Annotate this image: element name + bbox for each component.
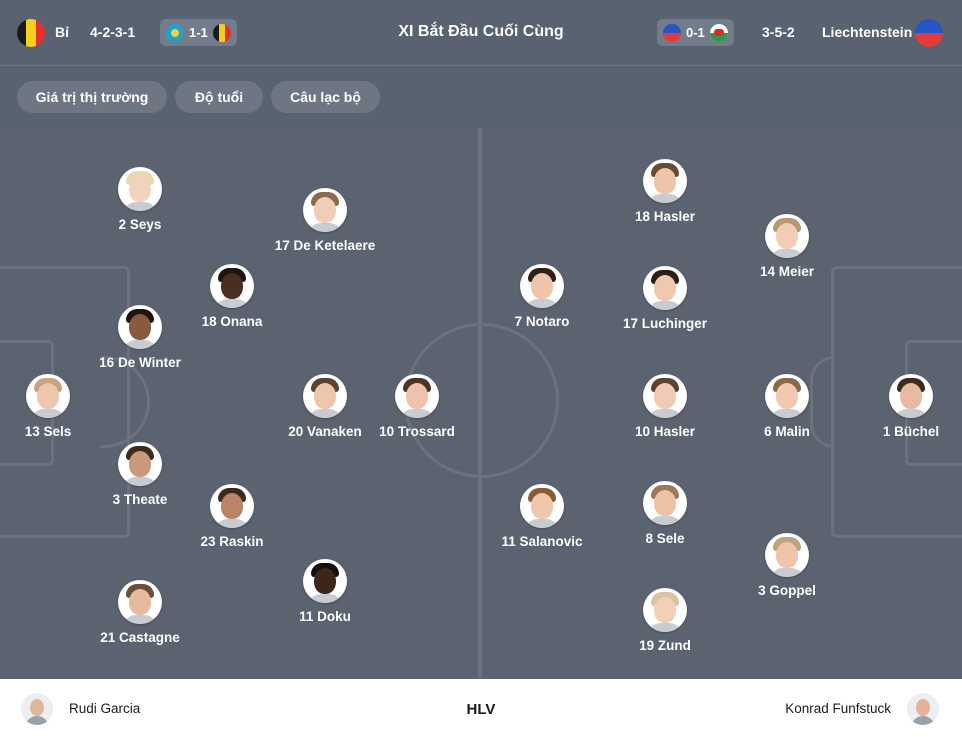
player-photo — [889, 374, 933, 418]
player-goppel[interactable]: 3 Goppel — [727, 533, 847, 599]
wales-flag-icon — [709, 23, 728, 42]
liechtenstein-flag-icon — [915, 19, 943, 47]
page-title: XI Bắt Đầu Cuối Cùng — [398, 23, 564, 40]
player-name: 8 Sele — [645, 531, 685, 546]
player-name: 23 Raskin — [200, 534, 264, 549]
player-hasler-10[interactable]: 10 Hasler — [605, 374, 725, 440]
player-photo — [643, 481, 687, 525]
player-photo — [118, 167, 162, 211]
player-zund[interactable]: 19 Zund — [605, 588, 725, 654]
away-last-score: 0-1 — [686, 25, 705, 40]
player-notaro[interactable]: 7 Notaro — [482, 264, 602, 330]
player-hasler-18[interactable]: 18 Hasler — [605, 159, 725, 225]
player-name: 18 Hasler — [634, 209, 696, 224]
player-name: 11 Salanovic — [501, 534, 583, 549]
away-coach-photo — [907, 693, 939, 725]
player-photo — [765, 214, 809, 258]
away-formation: 3-5-2 — [762, 24, 795, 40]
player-photo — [118, 580, 162, 624]
lineup-header: Bỉ 4-2-3-1 1-1 XI Bắt Đầu Cuối Cùng 0-1 … — [0, 0, 962, 66]
player-name: 16 De Winter — [99, 355, 181, 370]
player-photo — [643, 266, 687, 310]
player-seys[interactable]: 2 Seys — [80, 167, 200, 233]
player-name: 3 Goppel — [758, 583, 816, 598]
player-photo — [210, 484, 254, 528]
liechtenstein-mini-flag-icon — [663, 23, 681, 42]
player-name: 17 De Ketelaere — [274, 238, 376, 253]
coach-bar: Rudi Garcia HLV Konrad Funfstuck — [0, 679, 962, 737]
player-photo — [118, 305, 162, 349]
player-name: 14 Meier — [759, 264, 815, 279]
player-photo — [26, 374, 70, 418]
player-doku[interactable]: 11 Doku — [265, 559, 385, 625]
player-photo — [520, 264, 564, 308]
player-raskin[interactable]: 23 Raskin — [172, 484, 292, 550]
player-photo — [118, 442, 162, 486]
player-luchinger[interactable]: 17 Luchinger — [605, 266, 725, 332]
player-photo — [210, 264, 254, 308]
player-name: 1 Büchel — [882, 424, 940, 439]
player-de-ketelaere[interactable]: 17 De Ketelaere — [265, 188, 385, 254]
filter-bar: Giá trị thị trường Độ tuổi Câu lạc bộ — [0, 66, 962, 128]
filter-age[interactable]: Độ tuổi — [175, 81, 263, 113]
player-photo — [643, 374, 687, 418]
player-photo — [765, 374, 809, 418]
player-castagne[interactable]: 21 Castagne — [80, 580, 200, 646]
player-name: 19 Zund — [639, 638, 691, 653]
player-name: 21 Castagne — [100, 630, 180, 645]
player-photo — [303, 374, 347, 418]
player-photo — [765, 533, 809, 577]
away-coach-name[interactable]: Konrad Funfstuck — [785, 701, 891, 716]
player-name: 13 Sels — [24, 424, 72, 439]
player-meier[interactable]: 14 Meier — [727, 214, 847, 280]
player-name: 11 Doku — [299, 609, 351, 624]
player-name: 6 Malin — [764, 424, 810, 439]
player-de-winter[interactable]: 16 De Winter — [80, 305, 200, 371]
player-photo — [303, 559, 347, 603]
pitch: 2 Seys 17 De Ketelaere 18 Onana 16 De Wi… — [0, 128, 962, 679]
player-name: 10 Hasler — [634, 424, 696, 439]
player-photo — [303, 188, 347, 232]
player-trossard[interactable]: 10 Trossard — [357, 374, 477, 440]
player-sele[interactable]: 8 Sele — [605, 481, 725, 547]
player-name: 10 Trossard — [379, 424, 455, 439]
player-buchel[interactable]: 1 Büchel — [851, 374, 962, 440]
player-sels[interactable]: 13 Sels — [0, 374, 108, 440]
away-team-name: Liechtenstein — [822, 24, 913, 40]
filter-market-value[interactable]: Giá trị thị trường — [17, 81, 167, 113]
player-photo — [643, 159, 687, 203]
filter-club[interactable]: Câu lạc bộ — [271, 81, 380, 113]
player-photo — [643, 588, 687, 632]
player-name: 17 Luchinger — [622, 316, 708, 331]
player-name: 7 Notaro — [514, 314, 570, 329]
player-malin[interactable]: 6 Malin — [727, 374, 847, 440]
player-name: 2 Seys — [118, 217, 162, 232]
away-last-match[interactable]: 0-1 — [657, 19, 734, 46]
player-photo — [520, 484, 564, 528]
player-salanovic[interactable]: 11 Salanovic — [482, 484, 602, 550]
player-photo — [395, 374, 439, 418]
